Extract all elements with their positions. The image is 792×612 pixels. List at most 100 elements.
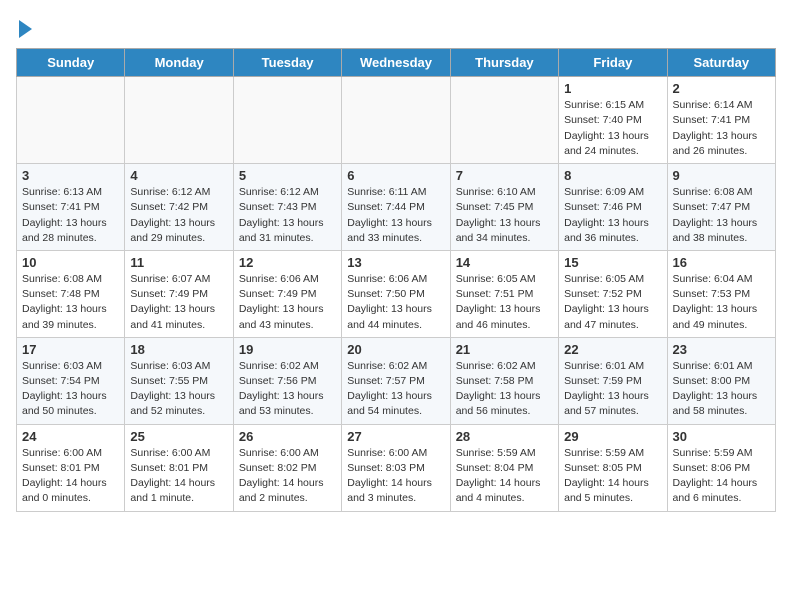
calendar-cell: 5 Sunrise: 6:12 AM Sunset: 7:43 PM Daylig… — [233, 164, 341, 251]
calendar-cell: 1 Sunrise: 6:15 AM Sunset: 7:40 PM Daylig… — [559, 77, 667, 164]
day-info: Sunrise: 6:13 AM Sunset: 7:41 PM Dayligh… — [22, 185, 119, 246]
calendar-cell: 27 Sunrise: 6:00 AM Sunset: 8:03 PM Dayli… — [342, 424, 450, 511]
day-info: Sunrise: 6:06 AM Sunset: 7:49 PM Dayligh… — [239, 272, 336, 333]
calendar-cell: 26Sunrise: 6:00 AM Sunset: 8:02 PM Dayli… — [233, 424, 341, 511]
calendar-cell: 2 Sunrise: 6:14 AM Sunset: 7:41 PM Daylig… — [667, 77, 775, 164]
day-number: 16 — [673, 255, 770, 270]
weekday-header-monday: Monday — [125, 49, 233, 77]
day-info: Sunrise: 6:08 AM Sunset: 7:47 PM Dayligh… — [673, 185, 770, 246]
day-number: 7 — [456, 168, 553, 183]
day-info: Sunrise: 6:02 AM Sunset: 7:58 PM Dayligh… — [456, 359, 553, 420]
calendar-week-4: 17Sunrise: 6:03 AM Sunset: 7:54 PM Dayli… — [17, 337, 776, 424]
logo-arrow-icon — [19, 18, 32, 38]
calendar-cell — [233, 77, 341, 164]
day-info: Sunrise: 6:07 AM Sunset: 7:49 PM Dayligh… — [130, 272, 227, 333]
day-info: Sunrise: 6:04 AM Sunset: 7:53 PM Dayligh… — [673, 272, 770, 333]
day-number: 22 — [564, 342, 661, 357]
calendar-cell: 3Sunrise: 6:13 AM Sunset: 7:41 PM Daylig… — [17, 164, 125, 251]
calendar-cell — [450, 77, 558, 164]
calendar-cell: 6 Sunrise: 6:11 AM Sunset: 7:44 PM Daylig… — [342, 164, 450, 251]
calendar-table: SundayMondayTuesdayWednesdayThursdayFrid… — [16, 48, 776, 511]
calendar-cell: 23 Sunrise: 6:01 AM Sunset: 8:00 PM Dayli… — [667, 337, 775, 424]
calendar-cell: 13Sunrise: 6:06 AM Sunset: 7:50 PM Dayli… — [342, 250, 450, 337]
calendar-cell: 7 Sunrise: 6:10 AM Sunset: 7:45 PM Daylig… — [450, 164, 558, 251]
day-number: 23 — [673, 342, 770, 357]
day-number: 1 — [564, 81, 661, 96]
calendar-week-3: 10Sunrise: 6:08 AM Sunset: 7:48 PM Dayli… — [17, 250, 776, 337]
day-number: 10 — [22, 255, 119, 270]
header-row: SundayMondayTuesdayWednesdayThursdayFrid… — [17, 49, 776, 77]
day-info: Sunrise: 6:02 AM Sunset: 7:57 PM Dayligh… — [347, 359, 444, 420]
page-container: SundayMondayTuesdayWednesdayThursdayFrid… — [0, 0, 792, 522]
calendar-cell: 24 Sunrise: 6:00 AM Sunset: 8:01 PM Dayli… — [17, 424, 125, 511]
day-info: Sunrise: 6:03 AM Sunset: 7:55 PM Dayligh… — [130, 359, 227, 420]
day-info: Sunrise: 6:12 AM Sunset: 7:42 PM Dayligh… — [130, 185, 227, 246]
day-info: Sunrise: 6:05 AM Sunset: 7:52 PM Dayligh… — [564, 272, 661, 333]
calendar-week-5: 24 Sunrise: 6:00 AM Sunset: 8:01 PM Dayli… — [17, 424, 776, 511]
day-info: Sunrise: 5:59 AM Sunset: 8:05 PM Dayligh… — [564, 446, 661, 507]
weekday-header-thursday: Thursday — [450, 49, 558, 77]
day-number: 6 — [347, 168, 444, 183]
day-number: 24 — [22, 429, 119, 444]
day-info: Sunrise: 6:00 AM Sunset: 8:03 PM Dayligh… — [347, 446, 444, 507]
day-info: Sunrise: 6:11 AM Sunset: 7:44 PM Dayligh… — [347, 185, 444, 246]
header — [16, 16, 776, 40]
calendar-week-2: 3Sunrise: 6:13 AM Sunset: 7:41 PM Daylig… — [17, 164, 776, 251]
calendar-cell: 21 Sunrise: 6:02 AM Sunset: 7:58 PM Dayli… — [450, 337, 558, 424]
day-number: 19 — [239, 342, 336, 357]
logo-text — [16, 16, 32, 40]
day-info: Sunrise: 5:59 AM Sunset: 8:04 PM Dayligh… — [456, 446, 553, 507]
calendar-cell: 17Sunrise: 6:03 AM Sunset: 7:54 PM Dayli… — [17, 337, 125, 424]
day-info: Sunrise: 6:06 AM Sunset: 7:50 PM Dayligh… — [347, 272, 444, 333]
day-info: Sunrise: 6:00 AM Sunset: 8:01 PM Dayligh… — [22, 446, 119, 507]
calendar-cell: 19Sunrise: 6:02 AM Sunset: 7:56 PM Dayli… — [233, 337, 341, 424]
day-number: 4 — [130, 168, 227, 183]
calendar-cell: 29Sunrise: 5:59 AM Sunset: 8:05 PM Dayli… — [559, 424, 667, 511]
day-info: Sunrise: 6:14 AM Sunset: 7:41 PM Dayligh… — [673, 98, 770, 159]
day-info: Sunrise: 6:12 AM Sunset: 7:43 PM Dayligh… — [239, 185, 336, 246]
calendar-cell: 28 Sunrise: 5:59 AM Sunset: 8:04 PM Dayli… — [450, 424, 558, 511]
day-info: Sunrise: 6:15 AM Sunset: 7:40 PM Dayligh… — [564, 98, 661, 159]
calendar-cell: 4 Sunrise: 6:12 AM Sunset: 7:42 PM Daylig… — [125, 164, 233, 251]
day-number: 25 — [130, 429, 227, 444]
day-info: Sunrise: 6:01 AM Sunset: 7:59 PM Dayligh… — [564, 359, 661, 420]
calendar-cell: 12 Sunrise: 6:06 AM Sunset: 7:49 PM Dayli… — [233, 250, 341, 337]
day-info: Sunrise: 6:01 AM Sunset: 8:00 PM Dayligh… — [673, 359, 770, 420]
day-number: 12 — [239, 255, 336, 270]
calendar-cell: 16 Sunrise: 6:04 AM Sunset: 7:53 PM Dayli… — [667, 250, 775, 337]
day-number: 27 — [347, 429, 444, 444]
calendar-header: SundayMondayTuesdayWednesdayThursdayFrid… — [17, 49, 776, 77]
calendar-cell: 11 Sunrise: 6:07 AM Sunset: 7:49 PM Dayli… — [125, 250, 233, 337]
day-info: Sunrise: 6:10 AM Sunset: 7:45 PM Dayligh… — [456, 185, 553, 246]
day-number: 15 — [564, 255, 661, 270]
day-number: 2 — [673, 81, 770, 96]
logo — [16, 16, 32, 40]
calendar-cell: 14Sunrise: 6:05 AM Sunset: 7:51 PM Dayli… — [450, 250, 558, 337]
weekday-header-wednesday: Wednesday — [342, 49, 450, 77]
day-number: 28 — [456, 429, 553, 444]
day-info: Sunrise: 6:09 AM Sunset: 7:46 PM Dayligh… — [564, 185, 661, 246]
calendar-cell: 30 Sunrise: 5:59 AM Sunset: 8:06 PM Dayli… — [667, 424, 775, 511]
day-number: 8 — [564, 168, 661, 183]
day-number: 9 — [673, 168, 770, 183]
weekday-header-saturday: Saturday — [667, 49, 775, 77]
calendar-cell — [17, 77, 125, 164]
day-number: 11 — [130, 255, 227, 270]
calendar-body: 1 Sunrise: 6:15 AM Sunset: 7:40 PM Daylig… — [17, 77, 776, 511]
calendar-cell: 25 Sunrise: 6:00 AM Sunset: 8:01 PM Dayli… — [125, 424, 233, 511]
day-info: Sunrise: 6:00 AM Sunset: 8:02 PM Dayligh… — [239, 446, 336, 507]
calendar-cell: 8 Sunrise: 6:09 AM Sunset: 7:46 PM Daylig… — [559, 164, 667, 251]
day-number: 5 — [239, 168, 336, 183]
day-info: Sunrise: 6:03 AM Sunset: 7:54 PM Dayligh… — [22, 359, 119, 420]
day-info: Sunrise: 6:05 AM Sunset: 7:51 PM Dayligh… — [456, 272, 553, 333]
calendar-cell: 20 Sunrise: 6:02 AM Sunset: 7:57 PM Dayli… — [342, 337, 450, 424]
day-info: Sunrise: 5:59 AM Sunset: 8:06 PM Dayligh… — [673, 446, 770, 507]
weekday-header-tuesday: Tuesday — [233, 49, 341, 77]
day-number: 30 — [673, 429, 770, 444]
day-number: 20 — [347, 342, 444, 357]
day-number: 21 — [456, 342, 553, 357]
day-info: Sunrise: 6:00 AM Sunset: 8:01 PM Dayligh… — [130, 446, 227, 507]
calendar-cell: 15 Sunrise: 6:05 AM Sunset: 7:52 PM Dayli… — [559, 250, 667, 337]
calendar-cell — [125, 77, 233, 164]
weekday-header-sunday: Sunday — [17, 49, 125, 77]
